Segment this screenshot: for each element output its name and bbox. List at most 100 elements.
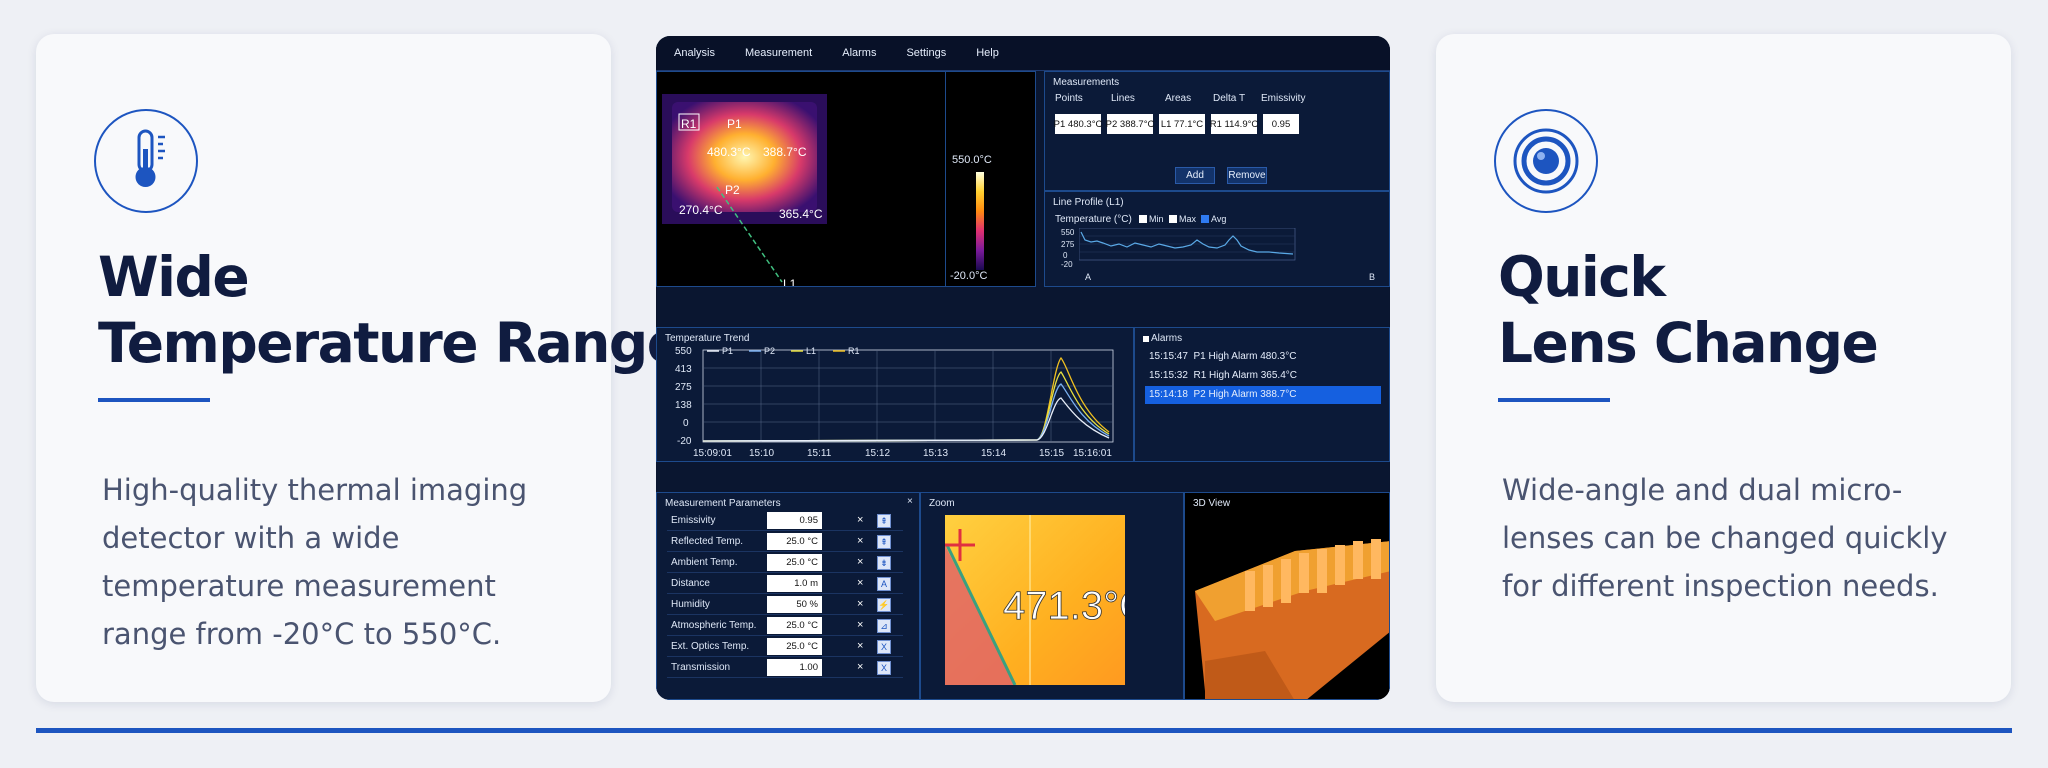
color-scale-bar: [976, 172, 984, 270]
remove-button[interactable]: Remove: [1227, 167, 1267, 184]
thermometer-icon: [94, 109, 198, 213]
line-value-p2[interactable]: P2 388.7°C: [1106, 114, 1154, 134]
trend-legend-p1: P1: [722, 346, 733, 356]
thermal-image-view[interactable]: R1 P1 P2 480.3°C 388.7°C 270.4°C 365.4°C…: [656, 71, 946, 287]
clear-icon[interactable]: ×: [857, 640, 863, 652]
parameter-tool-icon[interactable]: ⊿: [877, 619, 891, 633]
column-header-points: Points: [1055, 93, 1083, 104]
checkbox-icon[interactable]: [1139, 215, 1147, 223]
profile-ytick: 275: [1061, 240, 1075, 249]
parameter-value-field[interactable]: 50 %: [767, 596, 822, 613]
trend-series-r1: [702, 356, 1110, 442]
profile-option-min[interactable]: Min: [1139, 214, 1164, 224]
trend-ytick: 275: [675, 382, 692, 393]
panel-title: 3D View: [1193, 498, 1231, 509]
parameter-tool-icon[interactable]: ⚡: [877, 598, 891, 612]
profile-option-max[interactable]: Max: [1169, 214, 1196, 224]
profile-plot: [1079, 228, 1296, 261]
column-header-lines: Lines: [1111, 93, 1135, 104]
profile-option-avg[interactable]: Avg: [1201, 214, 1226, 224]
panel-icon: [1143, 336, 1149, 342]
profile-y-label: Temperature (°C): [1055, 214, 1132, 225]
alarms-panel: Alarms 15:15:47 P1 High Alarm 480.3°C 15…: [1134, 327, 1390, 462]
feature-card-temperature-range: Wide Temperature Range High-quality ther…: [36, 34, 684, 702]
parameter-tool-icon[interactable]: A: [877, 577, 891, 591]
menu-settings[interactable]: Settings: [906, 47, 946, 59]
parameter-tool-icon[interactable]: ⇟: [877, 556, 891, 570]
parameter-value-field[interactable]: 25.0 °C: [767, 533, 822, 550]
parameter-label: Emissivity: [671, 515, 716, 526]
parameter-label: Ambient Temp.: [671, 557, 738, 568]
trend-xtick: 15:15: [1039, 448, 1064, 459]
clear-icon[interactable]: ×: [857, 577, 863, 589]
add-button[interactable]: Add: [1175, 167, 1215, 184]
thermal-label-l1: L1: [783, 277, 797, 287]
zoom-reading: 471.3°C: [1003, 584, 1125, 628]
parameter-row: Emissivity 0.95 × ⇞: [667, 511, 903, 531]
clear-icon[interactable]: ×: [857, 661, 863, 673]
thermal-reading-right: 365.4°C: [779, 207, 823, 221]
trend-xtick: 15:12: [865, 448, 890, 459]
emissivity-value[interactable]: 0.95: [1263, 114, 1299, 134]
alarm-row[interactable]: 15:15:47 P1 High Alarm 480.3°C: [1145, 348, 1381, 366]
menu-help[interactable]: Help: [976, 47, 999, 59]
parameter-value-field[interactable]: 0.95: [767, 512, 822, 529]
title-underline: [98, 398, 210, 402]
parameter-label: Transmission: [671, 662, 731, 673]
alarm-row[interactable]: 15:15:32 R1 High Alarm 365.4°C: [1145, 367, 1381, 385]
profile-ytick: -20: [1061, 260, 1073, 269]
parameter-label: Ext. Optics Temp.: [671, 641, 750, 652]
area-value-l1[interactable]: L1 77.1°C: [1159, 114, 1205, 134]
zoom-image: 471.3°C: [945, 515, 1125, 685]
column-header-emissivity: Emissivity: [1261, 93, 1306, 104]
menu-bar: Analysis Measurement Alarms Settings Hel…: [656, 36, 1390, 71]
parameter-row: Ambient Temp. 25.0 °C × ⇟: [667, 553, 903, 573]
panel-title: Alarms: [1143, 333, 1182, 344]
parameter-row: Humidity 50 % × ⚡: [667, 595, 903, 615]
panel-title: Zoom: [929, 498, 955, 509]
profile-x-end: B: [1369, 272, 1376, 282]
parameter-value-field[interactable]: 1.00: [767, 659, 822, 676]
parameter-value-field[interactable]: 25.0 °C: [767, 617, 822, 634]
column-header-areas: Areas: [1165, 93, 1192, 104]
card-title: Wide Temperature Range: [98, 245, 684, 375]
parameter-tool-icon[interactable]: X: [877, 661, 891, 675]
clear-icon[interactable]: ×: [857, 598, 863, 610]
trend-xtick: 15:10: [749, 448, 774, 459]
menu-measurement[interactable]: Measurement: [745, 47, 812, 59]
trend-chart: 550 413 275 138 0 -20 15:09:01 15:10 15:…: [675, 346, 1114, 459]
point-value-p1[interactable]: P1 480.3°C: [1054, 114, 1102, 134]
menu-analysis[interactable]: Analysis: [674, 47, 715, 59]
menu-alarms[interactable]: Alarms: [842, 47, 876, 59]
parameter-value-field[interactable]: 25.0 °C: [767, 638, 822, 655]
parameter-tool-icon[interactable]: ⇞: [877, 514, 891, 528]
alarm-row-selected[interactable]: 15:14:18 P2 High Alarm 388.7°C: [1145, 386, 1381, 404]
column-header-delta-t: Delta T: [1213, 93, 1246, 104]
parameter-value-field[interactable]: 25.0 °C: [767, 554, 822, 571]
profile-x-start: A: [1085, 272, 1092, 282]
card-title: Quick Lens Change: [1498, 245, 1879, 375]
close-icon[interactable]: ×: [907, 496, 913, 507]
parameter-row: Transmission 1.00 × X: [667, 658, 903, 678]
thermal-reading-p1: 480.3°C: [707, 145, 751, 159]
card-description: High-quality thermal imaging detector wi…: [102, 473, 528, 651]
parameter-tool-icon[interactable]: X: [877, 640, 891, 654]
parameter-label: Reflected Temp.: [671, 536, 744, 547]
parameter-value-field[interactable]: 1.0 m: [767, 575, 822, 592]
panel-title: Line Profile (L1): [1053, 197, 1124, 208]
trend-xtick: 15:13: [923, 448, 948, 459]
trend-ytick: 413: [675, 364, 692, 375]
clear-icon[interactable]: ×: [857, 556, 863, 568]
clear-icon[interactable]: ×: [857, 619, 863, 631]
parameter-tool-icon[interactable]: ⇞: [877, 535, 891, 549]
scale-min-label: -20.0°C: [950, 270, 988, 282]
parameter-row: Reflected Temp. 25.0 °C × ⇞: [667, 532, 903, 552]
profile-ytick: 550: [1061, 228, 1075, 237]
clear-icon[interactable]: ×: [857, 535, 863, 547]
line-profile-panel: Line Profile (L1) Temperature (°C) Min M…: [1044, 191, 1390, 287]
parameter-label: Atmospheric Temp.: [671, 620, 757, 631]
clear-icon[interactable]: ×: [857, 514, 863, 526]
checkbox-checked-icon[interactable]: [1201, 215, 1209, 223]
checkbox-icon[interactable]: [1169, 215, 1177, 223]
delta-value-r1[interactable]: R1 114.9°C: [1210, 114, 1258, 134]
